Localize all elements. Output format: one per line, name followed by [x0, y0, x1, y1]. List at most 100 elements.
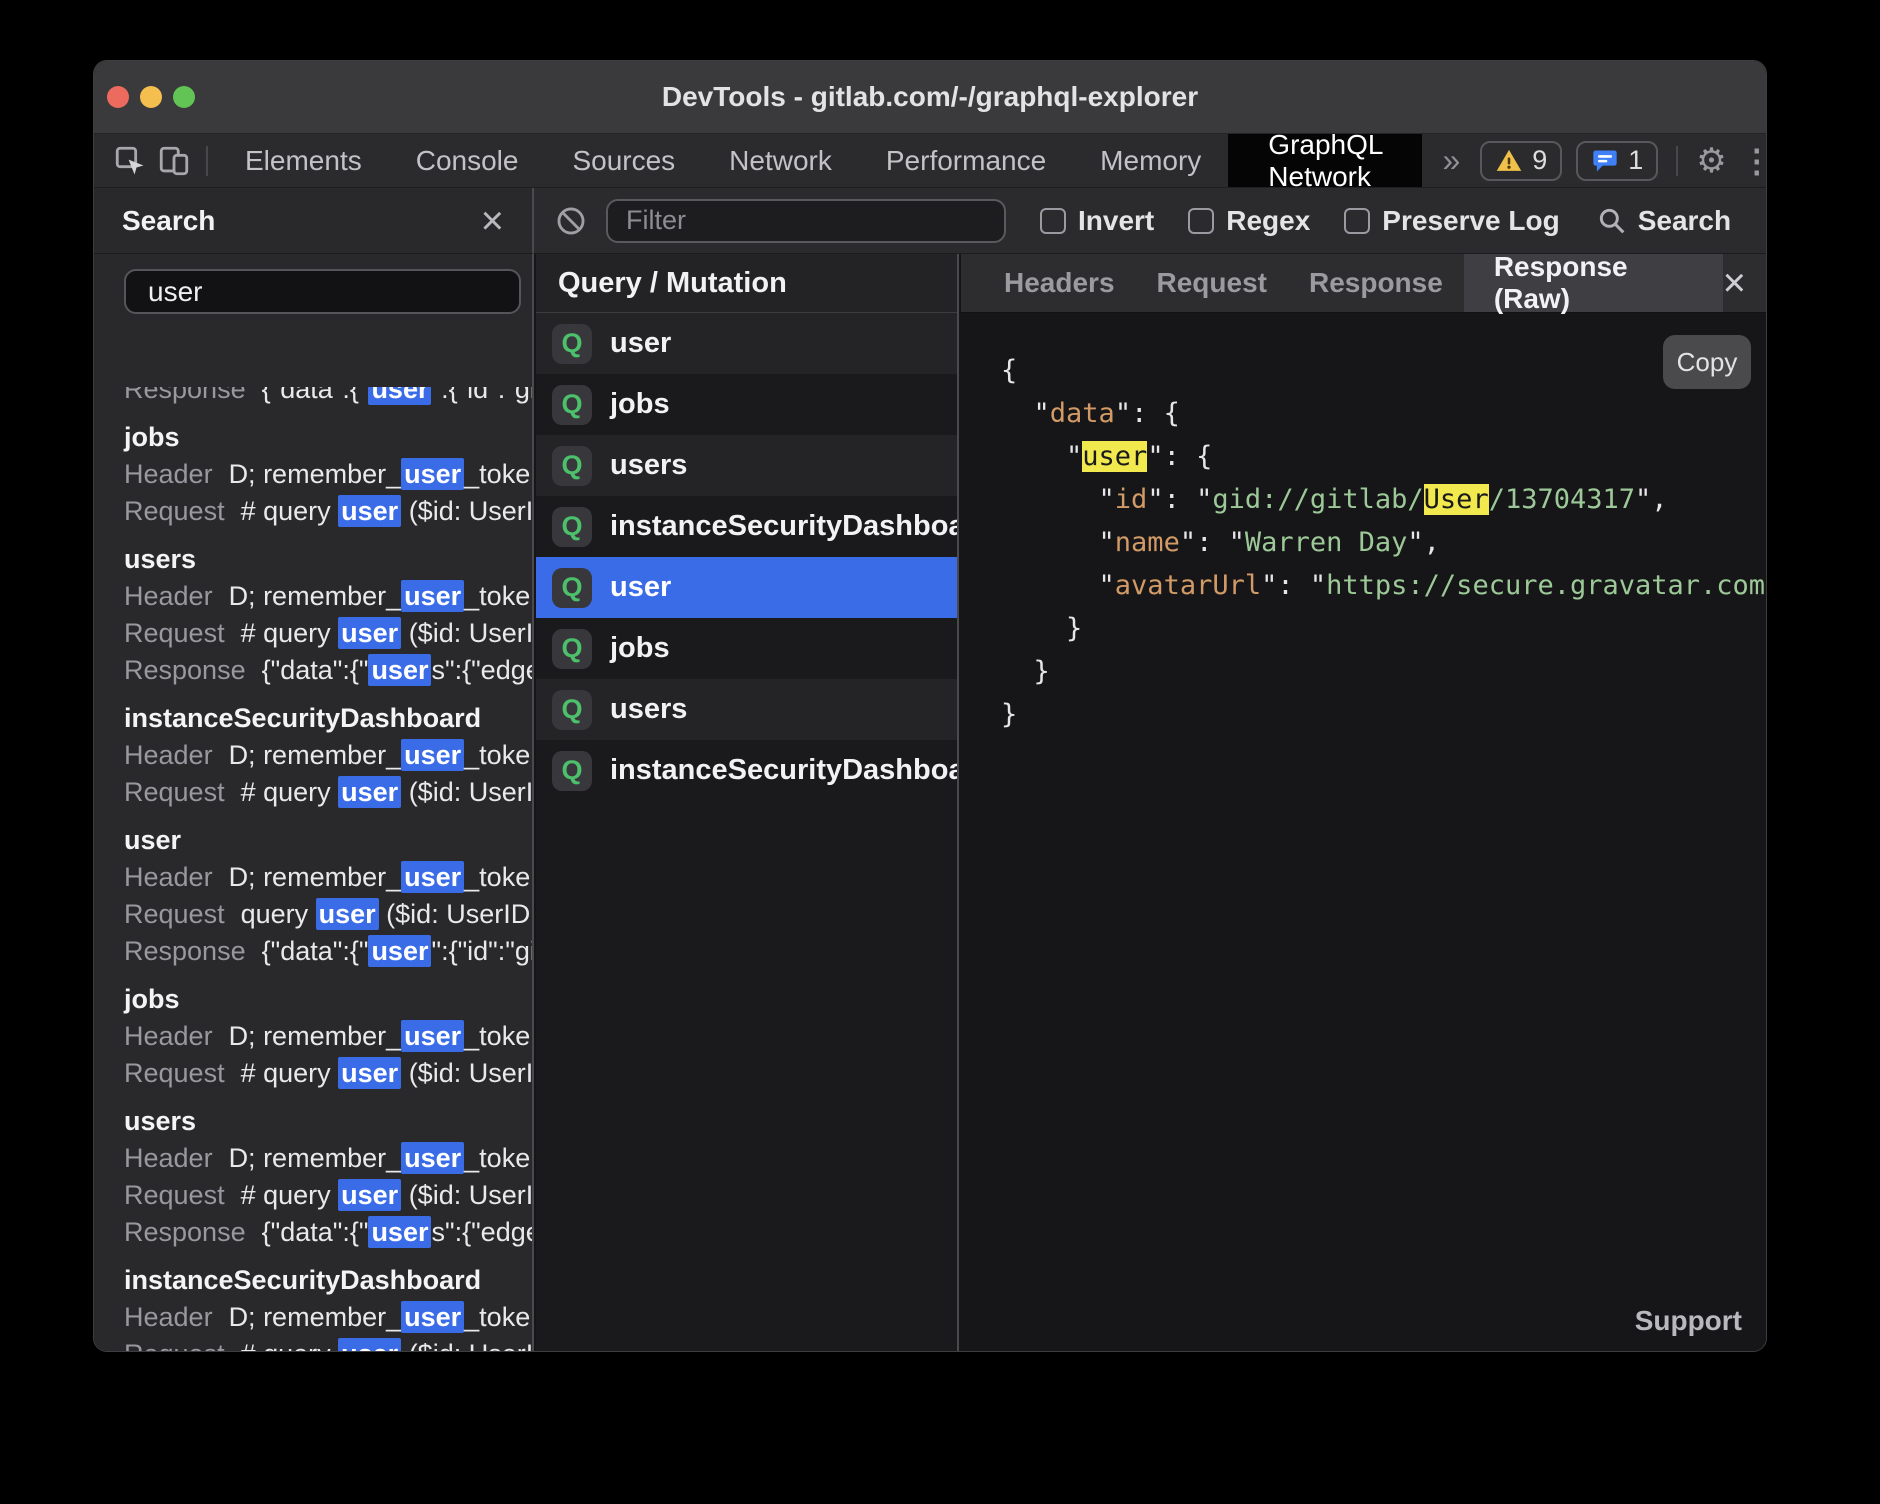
search-result-row[interactable]: HeaderD; remember_user_token=ey [124, 737, 532, 774]
search-result-section-title: instanceSecurityDashboard [124, 700, 532, 737]
issues-badge[interactable]: 1 [1576, 141, 1658, 181]
close-detail-icon[interactable]: × [1723, 263, 1746, 303]
search-result-row[interactable]: Response{"data":{"users":{"edges [124, 1214, 532, 1251]
search-result-kind-label: Header [124, 1021, 213, 1051]
search-result-row[interactable]: Request# query user ($id: UserID [124, 1055, 532, 1092]
screen-background: DevTools - gitlab.com/-/graphql-explorer… [0, 0, 1880, 1504]
checkbox-regex[interactable]: Regex [1188, 205, 1310, 237]
search-result-row[interactable]: HeaderD; remember_user_token=ey [124, 859, 532, 896]
tab-performance[interactable]: Performance [859, 134, 1073, 187]
search-panel-header: Search × [94, 188, 534, 254]
device-toolbar-icon[interactable] [152, 139, 196, 183]
search-result-row[interactable]: Response{"data":{"user":{"id":"gid [124, 933, 532, 970]
checkbox-box[interactable] [1344, 208, 1370, 234]
tab-sources[interactable]: Sources [545, 134, 702, 187]
search-match-highlight: user [401, 1020, 464, 1052]
query-list-item-jobs[interactable]: Qjobs [536, 374, 957, 435]
detail-tabs: HeadersRequestResponse [983, 254, 1464, 312]
minimize-window-button[interactable] [140, 86, 162, 108]
close-search-icon[interactable]: × [481, 201, 504, 241]
warning-count: 9 [1532, 145, 1547, 176]
message-icon [1591, 147, 1619, 175]
kebab-menu-icon[interactable]: ⋮ [1741, 145, 1767, 177]
query-list-item-instanceSecurityDashboard[interactable]: QinstanceSecurityDashboard [536, 496, 957, 557]
search-result-kind-label: Response [124, 387, 246, 404]
search-result-row[interactable]: Response{"data":{"user":{"id":"gid [124, 387, 532, 408]
search-result-row[interactable]: HeaderD; remember_user_token=ey [124, 456, 532, 493]
clear-log-icon[interactable] [554, 204, 588, 238]
search-result-text: D; remember_user_token=ey [229, 580, 532, 612]
zoom-window-button[interactable] [173, 86, 195, 108]
issues-count: 1 [1628, 145, 1643, 176]
search-result-row[interactable]: Requestquery user ($id: UserID [124, 896, 532, 933]
search-result-text: D; remember_user_token=ey [229, 1020, 532, 1052]
more-tabs-icon[interactable]: » [1422, 142, 1480, 179]
search-toggle[interactable]: Search [1596, 205, 1731, 237]
query-type-badge: Q [552, 446, 592, 486]
json-line: } [1001, 607, 1766, 650]
query-type-badge: Q [552, 507, 592, 547]
search-match-highlight: user [401, 580, 464, 612]
devtools-window: DevTools - gitlab.com/-/graphql-explorer… [93, 60, 1767, 1352]
checkbox-label: Preserve Log [1382, 205, 1559, 237]
search-result-row[interactable]: HeaderD; remember_user_token=ey [124, 578, 532, 615]
search-result-row[interactable]: Header D; remember_user_token=ey [124, 1018, 532, 1055]
search-result-row[interactable]: HeaderD; remember_user_token=ey [124, 1140, 532, 1177]
tab-response[interactable]: Response [1288, 254, 1464, 312]
search-icon [1596, 205, 1628, 237]
search-match-highlight: user [368, 387, 431, 405]
search-result-section-title: jobs [124, 981, 532, 1018]
tab-response-raw[interactable]: Response (Raw) [1464, 254, 1723, 312]
window-title: DevTools - gitlab.com/-/graphql-explorer [662, 81, 1198, 113]
search-match-highlight: user [338, 1057, 401, 1089]
query-type-badge: Q [552, 629, 592, 669]
search-result-section-title: instanceSecurityDashboard [124, 1262, 532, 1299]
search-result-kind-label: Request [124, 899, 225, 929]
tab-network[interactable]: Network [702, 134, 859, 187]
devtools-tabs: ElementsConsoleSourcesNetworkPerformance… [218, 134, 1228, 187]
checkbox-box[interactable] [1188, 208, 1214, 234]
checkbox-box[interactable] [1040, 208, 1066, 234]
settings-gear-icon[interactable]: ⚙ [1696, 144, 1726, 178]
search-input[interactable] [124, 269, 521, 314]
search-result-row[interactable]: Request# query user ($id: UserID [124, 493, 532, 530]
search-match-highlight: user [401, 1142, 464, 1174]
query-list-item-user[interactable]: Quser [536, 313, 957, 374]
json-line: "user": { [1001, 435, 1766, 478]
json-line: } [1001, 650, 1766, 693]
query-list-item-users[interactable]: Qusers [536, 435, 957, 496]
tab-console[interactable]: Console [389, 134, 546, 187]
query-type-badge: Q [552, 690, 592, 730]
checkbox-invert[interactable]: Invert [1040, 205, 1154, 237]
copy-button[interactable]: Copy [1663, 335, 1751, 389]
tab-memory[interactable]: Memory [1073, 134, 1228, 187]
inspect-element-icon[interactable] [108, 139, 152, 183]
search-result-row[interactable]: Request# query user ($id: UserID [124, 1177, 532, 1214]
search-result-kind-label: Request [124, 1058, 225, 1088]
tab-graphql-network[interactable]: GraphQL Network [1228, 134, 1422, 187]
query-list-item-label: jobs [610, 388, 670, 421]
search-result-kind-label: Request [124, 496, 225, 526]
search-result-kind-label: Request [124, 777, 225, 807]
tab-headers[interactable]: Headers [983, 254, 1136, 312]
secondary-toolbar: Search × Invert Regex Preserve Log [94, 188, 1766, 254]
warnings-badge[interactable]: 9 [1480, 141, 1562, 181]
close-window-button[interactable] [107, 86, 129, 108]
query-list-item-user[interactable]: Quser [536, 557, 957, 618]
search-result-section-title: user [124, 822, 532, 859]
search-result-row[interactable]: Request# query user ($id: UserID [124, 615, 532, 652]
checkbox-preserve-log[interactable]: Preserve Log [1344, 205, 1559, 237]
search-result-row[interactable]: Request# query user ($id: UserID [124, 774, 532, 811]
search-match-highlight: user [401, 739, 464, 771]
search-result-row[interactable]: HeaderD; remember_user_token=ey [124, 1299, 532, 1336]
support-link[interactable]: Support [1635, 1305, 1742, 1337]
search-result-row[interactable]: Request# query user ($id: UserID [124, 1336, 532, 1351]
query-list-item-users[interactable]: Qusers [536, 679, 957, 740]
query-list-item-instanceSecurityDashboard[interactable]: QinstanceSecurityDashboard [536, 740, 957, 801]
search-result-row[interactable]: Response{"data":{"users":{"edges [124, 652, 532, 689]
tab-elements[interactable]: Elements [218, 134, 389, 187]
query-list-item-label: instanceSecurityDashboard [610, 510, 959, 543]
tab-request[interactable]: Request [1136, 254, 1288, 312]
filter-input[interactable] [606, 199, 1006, 243]
query-list-item-jobs[interactable]: Qjobs [536, 618, 957, 679]
